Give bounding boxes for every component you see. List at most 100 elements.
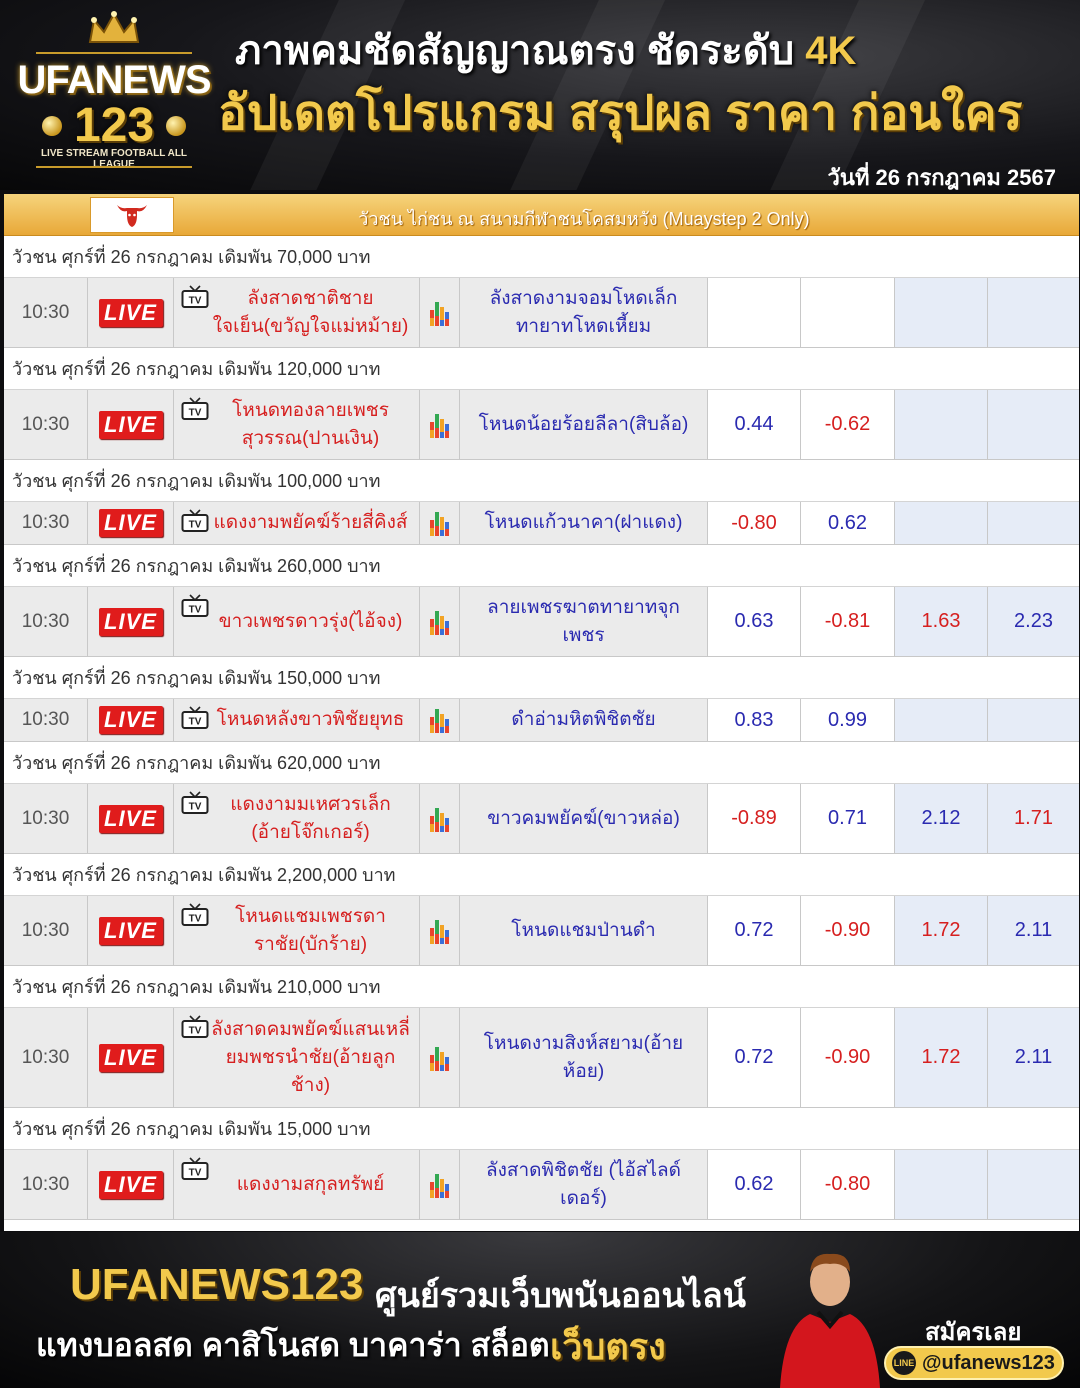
home-team[interactable]: โหนดหลังขาวพิชัยยุทธ <box>174 706 419 734</box>
away-team[interactable]: ลังสาดพิชิตชัย (ไอ้สไลด์เดอร์) <box>460 1157 707 1213</box>
odds-price-away[interactable] <box>988 502 1079 544</box>
svg-text:TV: TV <box>189 802 202 813</box>
odds-handicap-home[interactable]: 0.62 <box>708 1150 801 1219</box>
odds-handicap-home[interactable]: 0.72 <box>708 1008 801 1107</box>
odds-handicap-home[interactable]: 0.72 <box>708 896 801 965</box>
stats-icon[interactable] <box>429 705 451 735</box>
odds-price-home[interactable]: 1.72 <box>895 1008 988 1107</box>
odds-price-home[interactable]: 2.12 <box>895 784 988 853</box>
stats-icon[interactable] <box>429 607 451 637</box>
match-row[interactable]: 10:30 LIVE TV ลังสาดคมพยัคฆ์แสนเหลี่ยมพช… <box>4 1008 1079 1108</box>
league-header[interactable]: วัวชน ไก่ชน ณ สนามกีฬาชนโคสมหวัง (Muayst… <box>4 194 1079 236</box>
stats-icon[interactable] <box>429 1043 451 1073</box>
odds-handicap-home[interactable] <box>708 278 801 347</box>
league-title: วัวชน ไก่ชน ณ สนามกีฬาชนโคสมหวัง (Muayst… <box>358 209 810 229</box>
line-contact-button[interactable]: LINE @ufanews123 <box>884 1346 1064 1380</box>
home-team[interactable]: ลังสาดชาติชาย ใจเย็น(ขวัญใจแม่หม้าย) <box>174 285 419 341</box>
stats-icon[interactable] <box>429 410 451 440</box>
odds-handicap-away[interactable]: -0.81 <box>801 587 895 656</box>
stats-icon[interactable] <box>429 804 451 834</box>
away-team[interactable]: โหนดน้อยร้อยลีลา(สิบล้อ) <box>460 411 707 439</box>
odds-price-home[interactable] <box>895 502 988 544</box>
home-team[interactable]: แดงงามสกุลทรัพย์ <box>174 1171 419 1199</box>
away-team[interactable]: โหนดงามสิงห์สยาม(อ้ายห้อย) <box>460 1030 707 1086</box>
tv-icon[interactable]: TV <box>181 791 209 815</box>
odds-price-away[interactable]: 1.71 <box>988 784 1079 853</box>
tv-icon[interactable]: TV <box>181 594 209 618</box>
odds-value: 1.72 <box>921 1046 961 1068</box>
odds-handicap-home[interactable]: -0.80 <box>708 502 801 544</box>
match-group-header: วัวชน ศุกร์ที่ 26 กรกฎาคม เดิมพัน 260,00… <box>4 545 1079 587</box>
home-team[interactable]: แดงงามมเหศวรเล็ก (อ้ายโจ๊กเกอร์) <box>174 791 419 847</box>
odds-handicap-away[interactable]: -0.90 <box>801 896 895 965</box>
stats-icon[interactable] <box>429 1170 451 1200</box>
live-button[interactable]: LIVE <box>98 1043 163 1072</box>
away-team[interactable]: ดำอ่ามหิตพิชิตชัย <box>460 706 707 734</box>
match-row[interactable]: 10:30 LIVE TV ขาวเพชรดาวรุ่ง(ไอ้จง) ลายเ… <box>4 587 1079 657</box>
live-button[interactable]: LIVE <box>98 1170 163 1199</box>
stats-icon[interactable] <box>429 298 451 328</box>
match-row[interactable]: 10:30 LIVE TV แดงงามมเหศวรเล็ก (อ้ายโจ๊ก… <box>4 784 1079 854</box>
footer-brand[interactable]: UFANEWS123 <box>70 1260 363 1310</box>
home-team[interactable]: โหนดทองลายเพชร สุวรรณ(ปานเงิน) <box>174 397 419 453</box>
odds-handicap-home[interactable]: 0.63 <box>708 587 801 656</box>
odds-price-home[interactable]: 1.63 <box>895 587 988 656</box>
match-row[interactable]: 10:30 LIVE TV โหนดหลังขาวพิชัยยุทธ ดำอ่า… <box>4 699 1079 742</box>
tv-icon[interactable]: TV <box>181 1157 209 1181</box>
tv-icon[interactable]: TV <box>181 397 209 421</box>
home-team[interactable]: ลังสาดคมพยัคฆ์แสนเหลี่ยมพชรนำชัย(อ้ายลูก… <box>174 1016 419 1100</box>
odds-price-away[interactable]: 2.11 <box>988 1008 1079 1107</box>
match-row[interactable]: 10:30 LIVE TV โหนดแชมเพชรดา ราชัย(บักร้า… <box>4 896 1079 966</box>
tv-icon[interactable]: TV <box>181 1015 209 1039</box>
stats-icon[interactable] <box>429 508 451 538</box>
live-button[interactable]: LIVE <box>98 298 163 327</box>
tv-icon[interactable]: TV <box>181 285 209 309</box>
odds-price-away[interactable]: 2.11 <box>988 896 1079 965</box>
odds-price-away[interactable] <box>988 1150 1079 1219</box>
odds-handicap-away[interactable]: -0.62 <box>801 390 895 459</box>
odds-handicap-away[interactable] <box>801 278 895 347</box>
live-button[interactable]: LIVE <box>98 916 163 945</box>
odds-price-away[interactable] <box>988 390 1079 459</box>
tv-icon[interactable]: TV <box>181 706 209 730</box>
live-button[interactable]: LIVE <box>98 509 163 537</box>
odds-price-home[interactable] <box>895 278 988 347</box>
odds-handicap-away[interactable]: -0.80 <box>801 1150 895 1219</box>
match-row[interactable]: 10:30 LIVE TV โหนดทองลายเพชร สุวรรณ(ปานเ… <box>4 390 1079 460</box>
odds-handicap-home[interactable]: 0.44 <box>708 390 801 459</box>
stats-icon[interactable] <box>429 916 451 946</box>
odds-price-home[interactable]: 1.72 <box>895 896 988 965</box>
away-team[interactable]: ลังสาดงามจอมโหดเล็ก ทายาทโหดเหี้ยม <box>460 285 707 341</box>
away-team[interactable]: ลายเพชรฆาตทายาทจุกเพชร <box>460 594 707 650</box>
odds-handicap-home[interactable]: -0.89 <box>708 784 801 853</box>
odds-price-away[interactable]: 2.23 <box>988 587 1079 656</box>
match-row[interactable]: 10:30 LIVE TV แดงงามสกุลทรัพย์ ลังสาดพิช… <box>4 1150 1079 1220</box>
live-button[interactable]: LIVE <box>98 706 163 734</box>
odds-handicap-away[interactable]: -0.90 <box>801 1008 895 1107</box>
odds-price-home[interactable] <box>895 1150 988 1219</box>
away-team[interactable]: ขาวคมพยัคฆ์(ขาวหล่อ) <box>460 805 707 833</box>
match-row[interactable]: 10:30 LIVE TV ลังสาดชาติชาย ใจเย็น(ขวัญใ… <box>4 278 1079 348</box>
home-cell: TV โหนดแชมเพชรดา ราชัย(บักร้าย) <box>174 896 420 965</box>
home-team[interactable]: แดงงามพยัคฆ์ร้ายสี่คิงส์ <box>174 509 419 537</box>
away-team[interactable]: โหนดแก้วนาคา(ฝาแดง) <box>460 509 707 537</box>
odds-handicap-away[interactable]: 0.99 <box>801 699 895 741</box>
tv-icon[interactable]: TV <box>181 509 209 533</box>
live-button[interactable]: LIVE <box>98 607 163 636</box>
odds-price-away[interactable] <box>988 699 1079 741</box>
site-logo[interactable]: UFANEWS 123 LIVE STREAM FOOTBALL ALL LEA… <box>14 8 214 186</box>
tv-icon[interactable]: TV <box>181 903 209 927</box>
odds-price-home[interactable] <box>895 699 988 741</box>
home-team[interactable]: โหนดแชมเพชรดา ราชัย(บักร้าย) <box>174 903 419 959</box>
home-team[interactable]: ขาวเพชรดาวรุ่ง(ไอ้จง) <box>174 608 419 636</box>
odds-price-home[interactable] <box>895 390 988 459</box>
odds-handicap-away[interactable]: 0.62 <box>801 502 895 544</box>
odds-handicap-away[interactable]: 0.71 <box>801 784 895 853</box>
odds-handicap-home[interactable]: 0.83 <box>708 699 801 741</box>
away-team[interactable]: โหนดแชมป่านดำ <box>460 917 707 945</box>
logo-divider <box>36 166 192 168</box>
live-button[interactable]: LIVE <box>98 410 163 439</box>
odds-price-away[interactable] <box>988 278 1079 347</box>
match-row[interactable]: 10:30 LIVE TV แดงงามพยัคฆ์ร้ายสี่คิงส์ โ… <box>4 502 1079 545</box>
live-button[interactable]: LIVE <box>98 804 163 833</box>
